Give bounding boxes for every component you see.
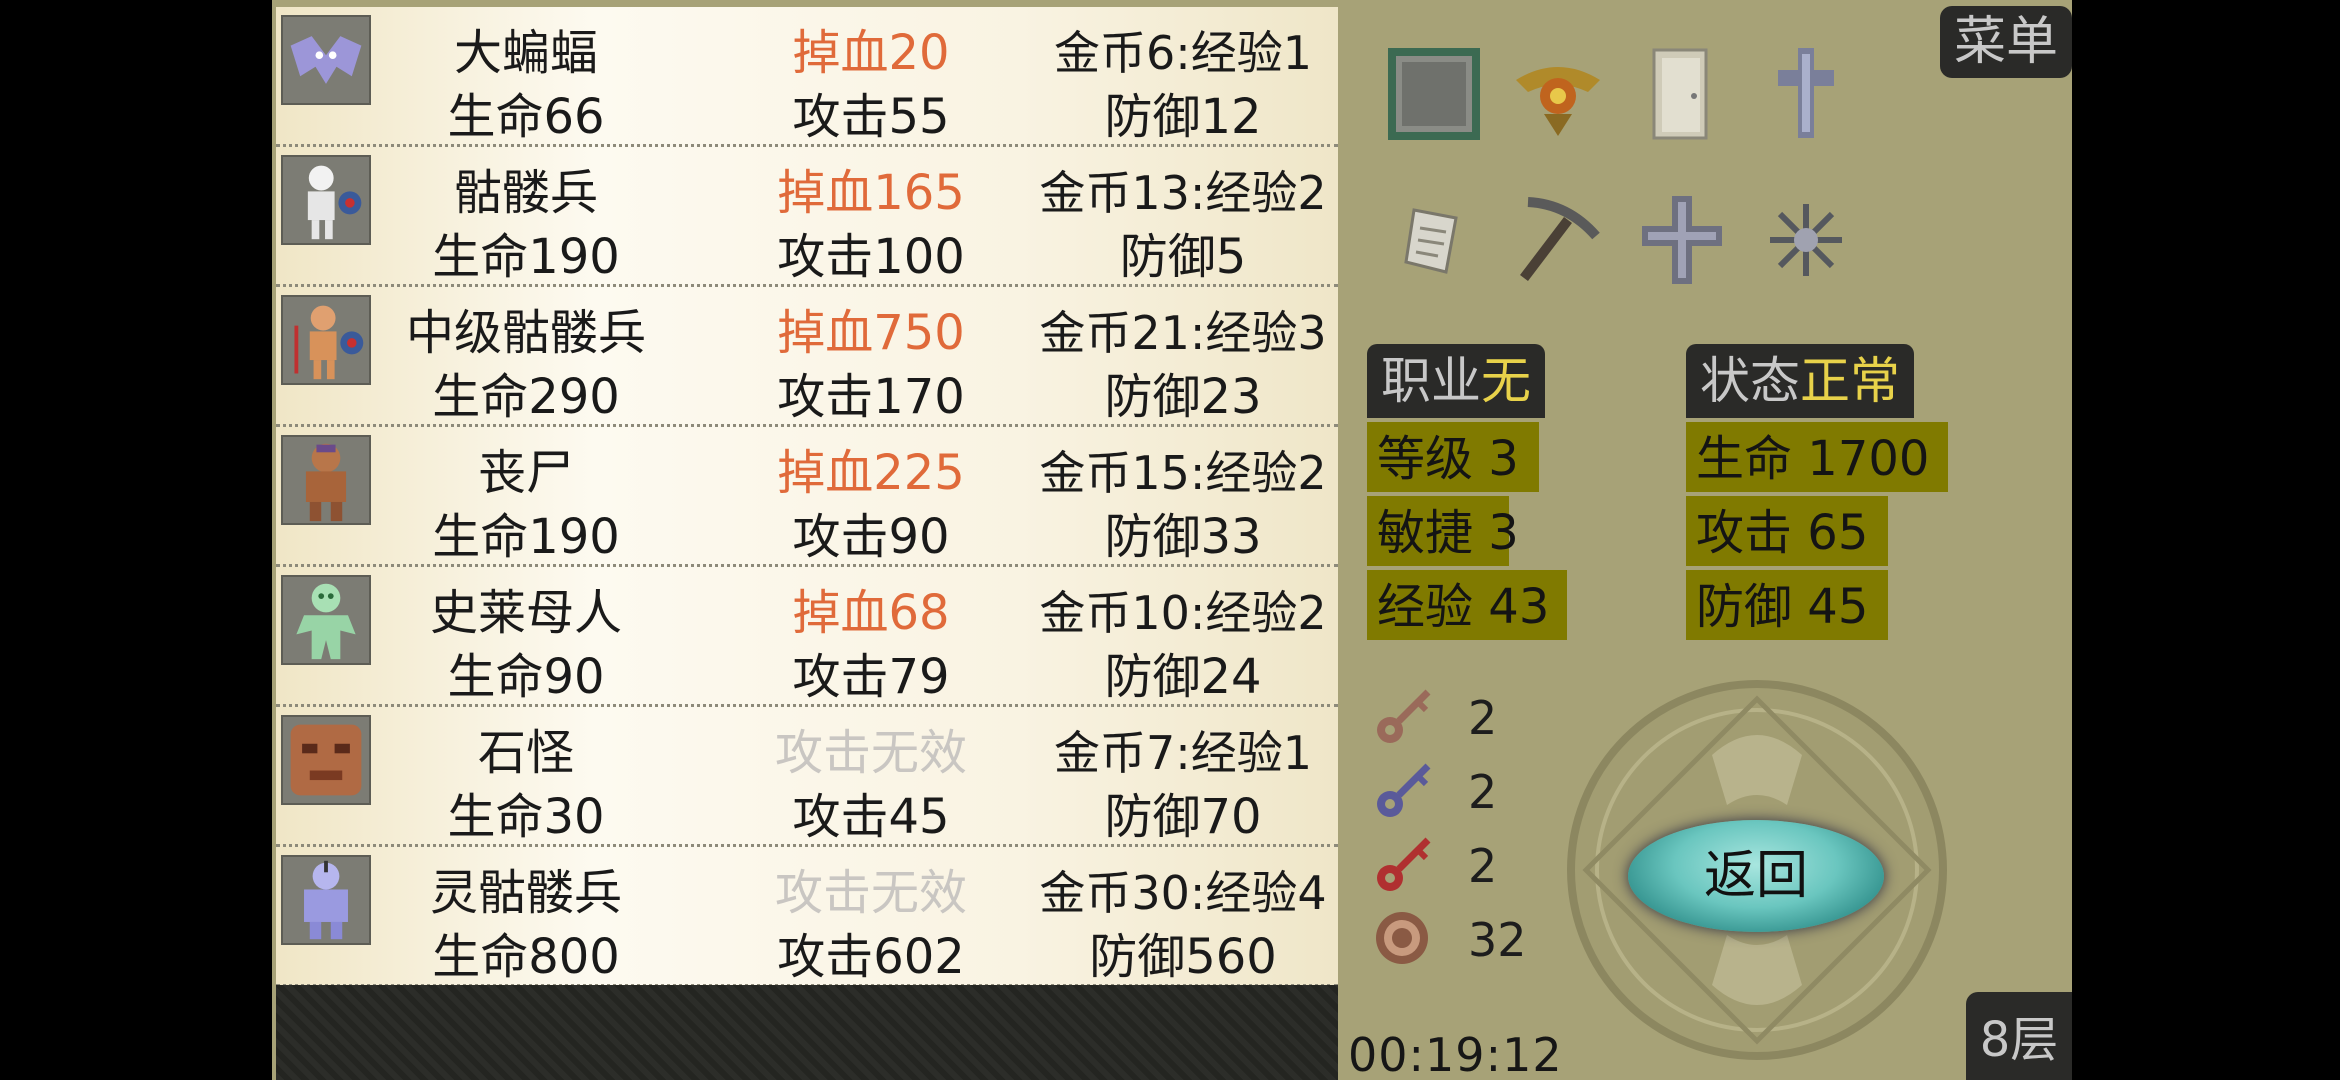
- monster-hp: 生命90: [447, 649, 605, 705]
- list-footer: [276, 985, 1338, 1080]
- monster-defense: 防御24: [1104, 649, 1262, 705]
- monster-reward: 金币10:经验2: [1039, 586, 1327, 640]
- blue-key-icon: [1377, 763, 1431, 817]
- job-title: 职业: [1381, 352, 1481, 410]
- pickaxe-icon[interactable]: [1508, 190, 1608, 290]
- monster-defense: 防御12: [1104, 89, 1262, 145]
- skeleton-captain-icon: [281, 295, 371, 385]
- monster-name: 丧尸: [477, 445, 574, 501]
- monster-name: 中级骷髅兵: [405, 305, 646, 361]
- monster-row: 中级骷髅兵 掉血750 金币21:经验3 生命290 攻击170 防御23: [276, 287, 1338, 427]
- monster-name: 大蝙蝠: [453, 25, 598, 81]
- stat-hp: 生命 1700: [1686, 422, 1948, 492]
- monster-reward: 金币6:经验1: [1053, 26, 1313, 80]
- monster-attack: 攻击45: [792, 789, 950, 845]
- menu-button[interactable]: 菜单: [1940, 6, 2072, 78]
- monster-row: 骷髅兵 掉血165 金币13:经验2 生命190 攻击100 防御5: [276, 147, 1338, 287]
- monster-attack: 攻击602: [777, 929, 965, 985]
- door-icon[interactable]: [1632, 44, 1732, 144]
- monster-defense: 防御5: [1119, 229, 1247, 285]
- monster-manual: 大蝙蝠 掉血20 金币6:经验1 生命66 攻击55 防御12 骷髅兵 掉血165 金币13:经…: [276, 7, 1338, 987]
- monster-attack: 攻击55: [792, 89, 950, 145]
- monster-attack: 攻击90: [792, 509, 950, 565]
- monster-hp: 生命190: [432, 229, 620, 285]
- monster-hp: 生命800: [432, 929, 620, 985]
- back-button[interactable]: 返回: [1628, 820, 1884, 932]
- monster-damage: 掉血225: [777, 445, 965, 501]
- blue-key-count: 2: [1468, 765, 1498, 819]
- ghost-skeleton-icon: [281, 855, 371, 945]
- scroll-icon[interactable]: [1384, 190, 1484, 290]
- status-value: 正常: [1800, 352, 1900, 410]
- stat-level: 等级 3: [1367, 422, 1539, 492]
- monster-hp: 生命190: [432, 509, 620, 565]
- monster-defense: 防御70: [1104, 789, 1262, 845]
- monster-row: 史莱母人 掉血68 金币10:经验2 生命90 攻击79 防御24: [276, 567, 1338, 707]
- skeleton-icon: [281, 155, 371, 245]
- monster-damage: 攻击无效: [774, 865, 967, 921]
- monster-reward: 金币21:经验3: [1039, 306, 1327, 360]
- status-title: 状态: [1700, 352, 1800, 410]
- job-label: 职业无: [1367, 344, 1545, 418]
- stat-defense: 防御 45: [1686, 570, 1888, 640]
- holy-cross-icon[interactable]: [1632, 190, 1732, 290]
- stone-golem-icon: [281, 715, 371, 805]
- yellow-key-count: 2: [1468, 691, 1498, 745]
- stat-agility: 敏捷 3: [1367, 496, 1519, 566]
- yellow-key-counter: 2: [1372, 684, 1532, 754]
- monster-damage: 掉血20: [792, 25, 950, 81]
- cross-sword-icon[interactable]: [1756, 44, 1856, 144]
- coin-count: 32: [1468, 913, 1527, 967]
- bat-icon: [281, 15, 371, 105]
- floor-indicator: 8层: [1966, 992, 2072, 1080]
- monster-name: 灵骷髅兵: [429, 865, 622, 921]
- monster-hp: 生命290: [432, 369, 620, 425]
- coin-icon: [1376, 912, 1428, 964]
- monster-row: 石怪 攻击无效 金币7:经验1 生命30 攻击45 防御70: [276, 707, 1338, 847]
- red-key-counter: 2: [1372, 832, 1532, 902]
- stat-attack: 攻击 65: [1686, 496, 1888, 566]
- monster-attack: 攻击79: [792, 649, 950, 705]
- monster-row: 大蝙蝠 掉血20 金币6:经验1 生命66 攻击55 防御12: [276, 7, 1338, 147]
- winged-emblem-icon[interactable]: [1508, 44, 1608, 144]
- monster-row: 丧尸 掉血225 金币15:经验2 生命190 攻击90 防御33: [276, 427, 1338, 567]
- monster-hp: 生命66: [447, 89, 605, 145]
- monster-reward: 金币7:经验1: [1053, 726, 1313, 780]
- monster-damage: 掉血68: [792, 585, 950, 641]
- monster-damage: 掉血165: [777, 165, 965, 221]
- job-value: 无: [1481, 352, 1531, 410]
- red-key-count: 2: [1468, 839, 1498, 893]
- yellow-key-icon: [1377, 689, 1431, 743]
- monster-attack: 攻击170: [777, 369, 965, 425]
- red-key-icon: [1377, 837, 1431, 891]
- monster-name: 骷髅兵: [453, 165, 598, 221]
- monster-defense: 防御560: [1089, 929, 1277, 985]
- monster-row: 灵骷髅兵 攻击无效 金币30:经验4 生命800 攻击602 防御560: [276, 847, 1338, 987]
- game-screen: 大蝙蝠 掉血20 金币6:经验1 生命66 攻击55 防御12 骷髅兵 掉血165 金币13:经…: [272, 0, 2072, 1080]
- mirror-icon[interactable]: [1384, 44, 1484, 144]
- monster-name: 史莱母人: [429, 585, 622, 641]
- zombie-icon: [281, 435, 371, 525]
- monster-name: 石怪: [477, 725, 574, 781]
- monster-reward: 金币13:经验2: [1039, 166, 1327, 220]
- monster-damage: 掉血750: [777, 305, 965, 361]
- monster-reward: 金币15:经验2: [1039, 446, 1327, 500]
- stat-exp: 经验 43: [1367, 570, 1567, 640]
- coin-counter: 32: [1372, 906, 1532, 976]
- play-timer: 00:19:12: [1348, 1028, 1563, 1080]
- slime-man-icon: [281, 575, 371, 665]
- monster-attack: 攻击100: [777, 229, 965, 285]
- monster-damage: 攻击无效: [774, 725, 967, 781]
- monster-hp: 生命30: [447, 789, 605, 845]
- monster-defense: 防御23: [1104, 369, 1262, 425]
- snowflake-icon[interactable]: [1756, 190, 1856, 290]
- status-label: 状态正常: [1686, 344, 1914, 418]
- blue-key-counter: 2: [1372, 758, 1532, 828]
- monster-defense: 防御33: [1104, 509, 1262, 565]
- monster-reward: 金币30:经验4: [1039, 866, 1327, 920]
